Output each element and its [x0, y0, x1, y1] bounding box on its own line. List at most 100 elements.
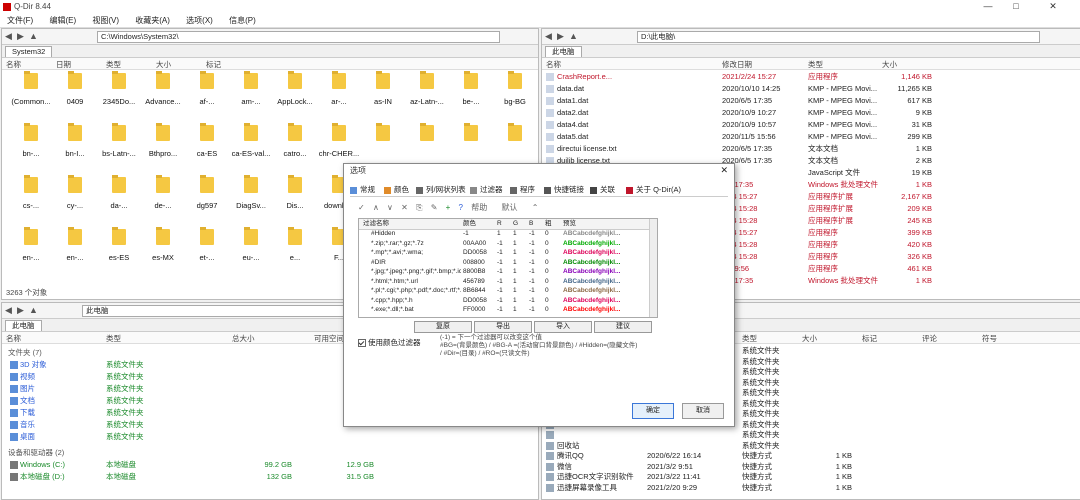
- folder-item[interactable]: ca-ES-val...: [226, 121, 276, 161]
- folder-item[interactable]: cy-...: [50, 173, 100, 213]
- menu-edit[interactable]: 编辑(E): [42, 14, 83, 27]
- restore-button[interactable]: 复原: [414, 321, 472, 333]
- close-button[interactable]: ✕: [1040, 1, 1066, 13]
- tab-system32[interactable]: System32: [5, 46, 53, 57]
- filter-row[interactable]: #DIR 008800 -1 1 -1 0 ABCabcdefghijkl...: [359, 258, 657, 268]
- back-icon[interactable]: ◀: [545, 31, 552, 42]
- edit-icon[interactable]: ✎: [431, 203, 438, 212]
- scrollbar[interactable]: [649, 219, 657, 317]
- forward-icon[interactable]: ▶: [17, 31, 24, 42]
- filter-row[interactable]: *.html;*.htm;*.url 456789 -1 1 -1 0 ABCabcdefg…: [359, 277, 657, 287]
- folder-item[interactable]: DiagSv...: [226, 173, 276, 213]
- dialog-close-icon[interactable]: ✕: [720, 165, 728, 176]
- folder-item[interactable]: as-IN: [358, 69, 408, 109]
- folder-item[interactable]: am-...: [226, 69, 276, 109]
- list-item[interactable]: 本地磁盘 (D:) 本地磁盘 132 GB 31.5 GB: [2, 471, 538, 482]
- folder-item[interactable]: [358, 121, 408, 161]
- col-name[interactable]: 名称: [546, 59, 561, 70]
- menu-favorites[interactable]: 收藏夹(A): [128, 14, 177, 27]
- folder-item[interactable]: AppLock...: [270, 69, 320, 109]
- filter-row[interactable]: *.zip;*.rar;*.gz;*.7z 00AA00 -1 1 -1 0 ABCabcd…: [359, 239, 657, 249]
- up-icon[interactable]: ▲: [29, 305, 38, 315]
- move-down-icon[interactable]: ∨: [387, 203, 393, 212]
- collapse-icon[interactable]: ⌃: [532, 203, 539, 212]
- maximize-button[interactable]: □: [1003, 1, 1029, 13]
- folder-item[interactable]: bn-...: [6, 121, 56, 161]
- default-button[interactable]: 默认: [501, 202, 523, 213]
- tab-filters[interactable]: 过滤器: [470, 184, 503, 195]
- col-free[interactable]: 可用空间: [314, 333, 344, 344]
- list-item[interactable]: 微信 2021/3/2 9:51 快捷方式 1 KB: [542, 461, 1080, 472]
- table-row[interactable]: data4.dat 2020/10/9 10:57 KMP - MPEG Movi.…: [542, 119, 1080, 130]
- folder-item[interactable]: en-...: [6, 225, 56, 265]
- list-item[interactable]: 迅捷屏幕录像工具 2021/2/20 9:29 快捷方式 1 KB: [542, 482, 1080, 493]
- folder-item[interactable]: es-MX: [138, 225, 188, 265]
- table-row[interactable]: CrashReport.e... 2021/2/24 15:27 应用程序 1,146…: [542, 71, 1080, 82]
- folder-item[interactable]: ar-...: [314, 69, 364, 109]
- folder-item[interactable]: e...: [270, 225, 320, 265]
- col-size[interactable]: 大小: [802, 333, 817, 344]
- folder-item[interactable]: Advance...: [138, 69, 188, 109]
- folder-item[interactable]: cs-...: [6, 173, 56, 213]
- folder-item[interactable]: [402, 121, 452, 161]
- suggest-button[interactable]: 建议: [594, 321, 652, 333]
- tab-general[interactable]: 常规: [350, 184, 375, 195]
- check-icon[interactable]: ✓: [358, 203, 365, 212]
- folder-item[interactable]: 0409: [50, 69, 100, 109]
- move-up-icon[interactable]: ∧: [373, 203, 379, 212]
- col-total[interactable]: 总大小: [232, 333, 255, 344]
- col-size[interactable]: 大小: [882, 59, 897, 70]
- col-date[interactable]: 修改日期: [722, 59, 752, 70]
- folder-item[interactable]: [490, 121, 538, 161]
- help-button[interactable]: ? 帮助: [459, 202, 494, 213]
- filter-row[interactable]: *.pl;*.cgi;*.php;*.pdf;*.doc;*.rtf;*... 8…: [359, 286, 657, 296]
- path-input[interactable]: C:\Windows\System32\: [97, 31, 500, 43]
- folder-item[interactable]: bn-I...: [50, 121, 100, 161]
- list-item[interactable]: 系统文件夹: [542, 429, 1080, 440]
- export-button[interactable]: 导出: [474, 321, 532, 333]
- folder-item[interactable]: 2345Do...: [94, 69, 144, 109]
- col-comment[interactable]: 评论: [922, 333, 937, 344]
- copy-icon[interactable]: ⎘: [416, 203, 422, 213]
- folder-item[interactable]: chr-CHER...: [314, 121, 364, 161]
- table-row[interactable]: data5.dat 2020/11/5 15:56 KMP - MPEG Movi.…: [542, 131, 1080, 142]
- list-item[interactable]: 迅捷OCR文字识别软件 2021/3/22 11:41 快捷方式 1 KB: [542, 471, 1080, 482]
- folder-item[interactable]: et-...: [182, 225, 232, 265]
- tab-colors[interactable]: 颜色: [384, 184, 409, 195]
- tab-about[interactable]: 关于 Q-Dir(A): [626, 184, 681, 195]
- table-row[interactable]: data2.dat 2020/10/9 10:27 KMP - MPEG Movi.…: [542, 107, 1080, 118]
- delete-icon[interactable]: ✕: [401, 203, 408, 212]
- list-item[interactable]: 回收站 系统文件夹: [542, 440, 1080, 451]
- tab-this-pc[interactable]: 此电脑: [5, 320, 42, 331]
- filter-row[interactable]: *.exe;*.dll;*.bat FF0000 -1 1 -1 0 ABCabcdefgh…: [359, 305, 657, 315]
- folder-item[interactable]: es-ES: [94, 225, 144, 265]
- folder-item[interactable]: de-...: [138, 173, 188, 213]
- tab-shortcuts[interactable]: 快捷链接: [544, 184, 584, 195]
- use-filter-checkbox[interactable]: 使用颜色过滤器: [358, 337, 421, 348]
- folder-item[interactable]: dg597: [182, 173, 232, 213]
- folder-item[interactable]: Dis...: [270, 173, 320, 213]
- folder-item[interactable]: bs-Latn-...: [94, 121, 144, 161]
- col-type[interactable]: 类型: [742, 333, 757, 344]
- back-icon[interactable]: ◀: [5, 305, 12, 316]
- forward-icon[interactable]: ▶: [557, 31, 564, 42]
- folder-item[interactable]: az-Latn-...: [402, 69, 452, 109]
- col-name[interactable]: 名称: [6, 333, 21, 344]
- table-row[interactable]: directui license.txt 2020/6/5 17:35 文本文档 1 …: [542, 143, 1080, 154]
- list-item[interactable]: 桌面 系统文件夹: [2, 431, 538, 442]
- list-item[interactable]: Windows (C:) 本地磁盘 99.2 GB 12.9 GB: [2, 459, 538, 470]
- import-button[interactable]: 导入: [534, 321, 592, 333]
- filter-row[interactable]: *.cpp;*.hpp;*.h DD0058 -1 1 -1 0 ABCabcdefghij…: [359, 296, 657, 306]
- filter-row[interactable]: *.mp*;*.avi;*.wma; DD0058 -1 1 -1 0 ABCabcdefg…: [359, 248, 657, 258]
- folder-item[interactable]: en-...: [50, 225, 100, 265]
- folder-item[interactable]: catro...: [270, 121, 320, 161]
- menu-info[interactable]: 信息(P): [222, 14, 263, 27]
- menu-file[interactable]: 文件(F): [0, 14, 40, 27]
- folder-item[interactable]: bg-BG: [490, 69, 538, 109]
- folder-item[interactable]: da-...: [94, 173, 144, 213]
- up-icon[interactable]: ▲: [29, 31, 38, 41]
- col-tag[interactable]: 标记: [862, 333, 877, 344]
- table-row[interactable]: data1.dat 2020/6/5 17:35 KMP - MPEG Movi..…: [542, 95, 1080, 106]
- folder-item[interactable]: be-...: [446, 69, 496, 109]
- filter-row[interactable]: *.jpg;*.jpeg;*.png;*.gif;*.bmp;*.ico 8800…: [359, 267, 657, 277]
